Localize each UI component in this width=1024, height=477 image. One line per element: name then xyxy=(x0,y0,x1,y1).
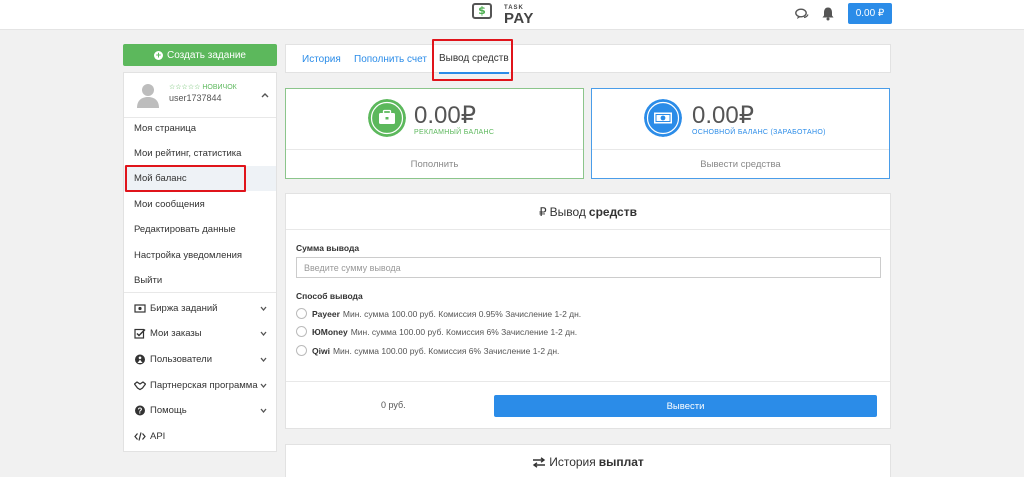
tab-deposit[interactable]: Пополнить счет xyxy=(354,45,427,74)
exchange-icon xyxy=(134,304,146,313)
withdraw-form-title: ₽ Вывод средств xyxy=(286,194,890,230)
method-label: Способ вывода xyxy=(296,291,363,301)
withdraw-submit-button[interactable]: Вывести xyxy=(494,395,877,417)
withdraw-sum: 0 руб. xyxy=(381,400,406,410)
withdraw-funds-link[interactable]: Вывести средства xyxy=(592,149,889,179)
chevron-down-icon xyxy=(260,408,267,413)
method-option-payeer[interactable]: Payeer Мин. сумма 100.00 руб. Комиссия 0… xyxy=(296,308,581,319)
code-icon xyxy=(134,432,146,441)
profile-block[interactable]: ☆☆☆☆☆ НОВИЧОК user1737844 xyxy=(124,73,276,118)
main-balance-label: ОСНОВНОЙ БАЛАНС (ЗАРАБОТАНО) xyxy=(692,129,826,136)
sidebar-item-messages[interactable]: Мои сообщения xyxy=(124,192,276,217)
ad-balance-label: РЕКЛАМНЫЙ БАЛАНС xyxy=(414,129,495,136)
bell-icon[interactable] xyxy=(821,6,835,21)
withdraw-form-footer: 0 руб. Вывести xyxy=(286,381,890,429)
main-balance-card: 0.00₽ ОСНОВНОЙ БАЛАНС (ЗАРАБОТАНО) Вывес… xyxy=(591,88,890,179)
deposit-link[interactable]: Пополнить xyxy=(286,149,583,179)
exchange-arrows-icon xyxy=(533,456,546,468)
sidebar: ☆☆☆☆☆ НОВИЧОК user1737844 Моя страница М… xyxy=(123,72,277,452)
radio-button[interactable] xyxy=(296,308,307,319)
sidebar-section-api[interactable]: API xyxy=(124,424,276,449)
handshake-icon xyxy=(134,381,146,391)
plus-icon: + xyxy=(154,49,163,60)
money-icon xyxy=(644,99,682,137)
sidebar-item-edit-data[interactable]: Редактировать данные xyxy=(124,217,276,242)
header-balance-button[interactable]: 0.00 ₽ xyxy=(848,3,892,24)
amount-label: Сумма вывода xyxy=(296,243,360,253)
chevron-down-icon xyxy=(260,306,267,311)
sidebar-section-exchange[interactable]: Биржа заданий xyxy=(124,296,276,321)
logo-text-bottom: PAY xyxy=(504,9,534,27)
radio-button[interactable] xyxy=(296,326,307,337)
chevron-down-icon xyxy=(260,383,267,388)
chevron-down-icon xyxy=(260,357,267,362)
sidebar-section-orders[interactable]: Мои заказы xyxy=(124,321,276,346)
sidebar-item-rating[interactable]: Мои рейтинг, статистика xyxy=(124,141,276,166)
chevron-down-icon xyxy=(260,331,267,336)
checkbox-icon xyxy=(134,328,146,339)
question-icon: ? xyxy=(135,405,145,416)
user-rank: ☆☆☆☆☆ НОВИЧОК xyxy=(169,84,237,91)
ad-balance-amount: 0.00₽ xyxy=(414,102,476,129)
avatar xyxy=(137,84,159,108)
sidebar-section-users[interactable]: Пользователи xyxy=(124,347,276,372)
briefcase-icon xyxy=(368,99,406,137)
tab-history[interactable]: История xyxy=(302,45,341,74)
highlight-my-balance xyxy=(125,165,246,192)
logo[interactable]: $ TASK PAY xyxy=(472,2,534,28)
user-circle-icon xyxy=(135,354,145,365)
svg-text:?: ? xyxy=(138,406,143,415)
sidebar-item-notifications[interactable]: Настройка уведомления xyxy=(124,243,276,268)
top-header: $ TASK PAY 0.00 ₽ xyxy=(0,0,1024,30)
method-option-qiwi[interactable]: Qiwi Мин. сумма 100.00 руб. Комиссия 6% … xyxy=(296,345,559,356)
ad-balance-card: 0.00₽ РЕКЛАМНЫЙ БАЛАНС Пополнить xyxy=(285,88,584,179)
logo-icon: $ xyxy=(472,3,500,27)
highlight-withdraw-tab xyxy=(432,39,513,81)
sidebar-item-logout[interactable]: Выйти xyxy=(124,268,276,293)
username: user1737844 xyxy=(169,93,222,103)
amount-input[interactable] xyxy=(296,257,881,278)
withdraw-form: ₽ Вывод средств Сумма вывода Способ выво… xyxy=(285,193,891,429)
tabs-bar: История Пополнить счет Вывод средств xyxy=(285,44,891,74)
create-task-button[interactable]: + Создать задание xyxy=(123,44,277,66)
ruble-icon: ₽ xyxy=(539,204,547,219)
main-balance-amount: 0.00₽ xyxy=(692,102,754,129)
divider xyxy=(124,292,276,293)
sidebar-section-partner[interactable]: Партнерская программа xyxy=(124,373,276,398)
chevron-up-icon[interactable] xyxy=(261,92,269,98)
create-task-label: Создать задание xyxy=(167,49,246,61)
chat-icon[interactable] xyxy=(795,8,809,20)
payout-history-card: История выплат xyxy=(285,444,891,477)
sidebar-section-help[interactable]: ? Помощь xyxy=(124,398,276,423)
payout-history-title: История выплат xyxy=(286,455,890,469)
method-option-yumoney[interactable]: ЮMoney Мин. сумма 100.00 руб. Комиссия 6… xyxy=(296,326,577,337)
radio-button[interactable] xyxy=(296,345,307,356)
sidebar-item-my-page[interactable]: Моя страница xyxy=(124,116,276,141)
